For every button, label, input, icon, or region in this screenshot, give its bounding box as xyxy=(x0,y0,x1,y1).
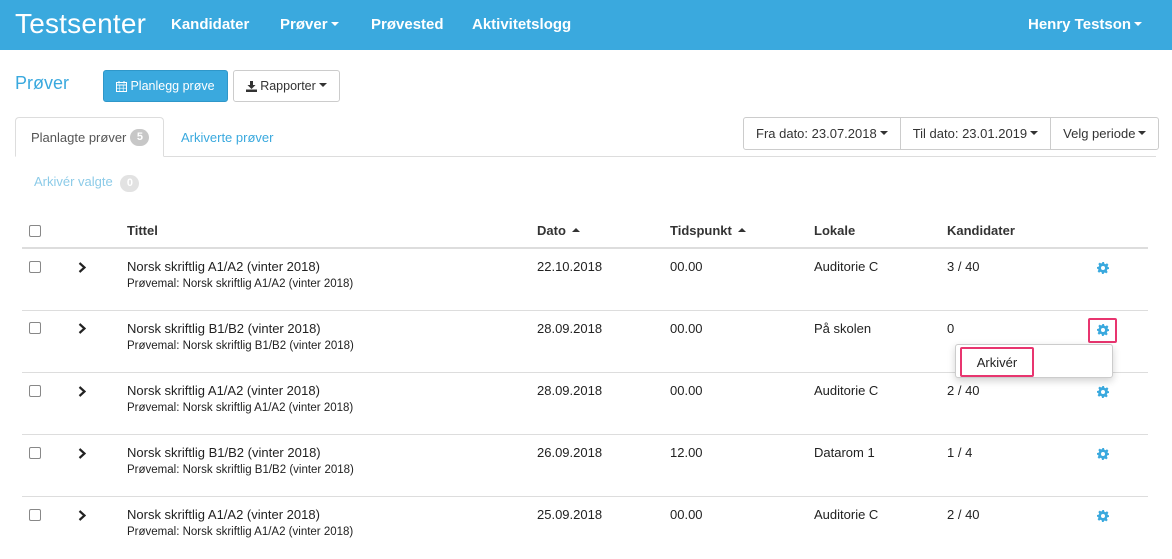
chevron-right-icon[interactable] xyxy=(78,510,86,521)
planned-count-badge: 5 xyxy=(130,128,150,146)
nav-prover[interactable]: Prøver xyxy=(280,16,339,33)
brand-logo[interactable]: Testsenter xyxy=(15,8,146,40)
chevron-down-icon xyxy=(1030,130,1039,135)
to-date-label: Til dato: 23.01.2019 xyxy=(912,126,1028,141)
to-date-dropdown[interactable]: Til dato: 23.01.2019 xyxy=(901,118,1052,149)
row-time: 00.00 xyxy=(670,507,703,522)
row-title: Norsk skriftlig B1/B2 (vinter 2018) xyxy=(127,445,321,460)
col-header-room: Lokale xyxy=(814,223,856,238)
gear-icon[interactable] xyxy=(1097,324,1109,336)
gear-icon[interactable] xyxy=(1097,510,1109,522)
row-candidates: 2 / 40 xyxy=(947,507,980,522)
chevron-down-icon xyxy=(330,22,339,27)
row-time: 00.00 xyxy=(670,321,703,336)
row-checkbox[interactable] xyxy=(29,509,41,521)
calendar-icon xyxy=(116,80,128,92)
selected-count-badge: 0 xyxy=(120,175,140,192)
tab-planned-label: Planlagte prøver xyxy=(31,129,127,145)
chevron-down-icon xyxy=(879,130,888,135)
row-template: Prøvemal: Norsk skriftlig A1/A2 (vinter … xyxy=(127,278,354,290)
gear-icon[interactable] xyxy=(1097,262,1109,274)
archive-menu-item[interactable]: Arkivér xyxy=(960,347,1034,377)
row-title: Norsk skriftlig A1/A2 (vinter 2018) xyxy=(127,507,320,522)
nav-prover-label: Prøver xyxy=(280,16,328,33)
col-header-date-label: Dato xyxy=(537,223,566,238)
row-title: Norsk skriftlig A1/A2 (vinter 2018) xyxy=(127,383,320,398)
date-filter-group: Fra dato: 23.07.2018 Til dato: 23.01.201… xyxy=(743,117,1160,150)
tab-archived-tests[interactable]: Arkiverte prøver xyxy=(181,130,273,145)
row-checkbox[interactable] xyxy=(29,322,41,334)
row-template: Prøvemal: Norsk skriftlig A1/A2 (vinter … xyxy=(127,526,354,538)
user-name: Henry Testson xyxy=(1028,16,1132,33)
row-time: 00.00 xyxy=(670,259,703,274)
row-candidates: 1 / 4 xyxy=(947,445,973,460)
plan-test-button[interactable]: Planlegg prøve xyxy=(103,70,228,102)
row-date: 28.09.2018 xyxy=(537,383,603,398)
row-divider xyxy=(22,434,1148,435)
row-checkbox[interactable] xyxy=(29,385,41,397)
archive-selected-button[interactable]: Arkivér valgte 0 xyxy=(34,174,140,192)
col-header-date[interactable]: Dato xyxy=(537,223,580,238)
tab-planned-tests[interactable]: Planlagte prøver 5 xyxy=(15,117,164,157)
sort-asc-icon xyxy=(737,227,746,232)
select-all-checkbox[interactable] xyxy=(29,225,41,237)
col-header-time-label: Tidspunkt xyxy=(670,223,732,238)
tabs-divider xyxy=(15,156,1156,157)
gear-icon[interactable] xyxy=(1097,448,1109,460)
row-title: Norsk skriftlig B1/B2 (vinter 2018) xyxy=(127,321,321,336)
row-time: 12.00 xyxy=(670,445,703,460)
row-checkbox[interactable] xyxy=(29,261,41,273)
row-checkbox[interactable] xyxy=(29,447,41,459)
period-dropdown[interactable]: Velg periode xyxy=(1051,118,1158,149)
row-candidates: 3 / 40 xyxy=(947,259,980,274)
nav-provested[interactable]: Prøvested xyxy=(371,16,444,33)
row-candidates: 2 / 40 xyxy=(947,383,980,398)
row-divider xyxy=(22,310,1148,311)
chevron-right-icon[interactable] xyxy=(78,386,86,397)
nav-aktivitetslogg[interactable]: Aktivitetslogg xyxy=(472,16,571,33)
period-label: Velg periode xyxy=(1063,126,1136,141)
gear-icon[interactable] xyxy=(1097,386,1109,398)
plan-test-label: Planlegg prøve xyxy=(130,79,215,93)
col-header-title: Tittel xyxy=(127,223,158,238)
chevron-right-icon[interactable] xyxy=(78,448,86,459)
row-divider xyxy=(22,496,1148,497)
row-room: Auditorie C xyxy=(814,507,879,522)
user-menu[interactable]: Henry Testson xyxy=(1028,16,1143,33)
reports-button[interactable]: Rapporter xyxy=(233,70,340,102)
archive-selected-label: Arkivér valgte xyxy=(34,174,113,189)
chevron-down-icon xyxy=(1138,130,1147,135)
download-icon xyxy=(246,80,258,92)
sort-asc-icon xyxy=(571,227,580,232)
chevron-down-icon xyxy=(1134,22,1143,27)
row-date: 28.09.2018 xyxy=(537,321,603,336)
row-room: Datarom 1 xyxy=(814,445,875,460)
row-template: Prøvemal: Norsk skriftlig B1/B2 (vinter … xyxy=(127,464,354,476)
col-header-time[interactable]: Tidspunkt xyxy=(670,223,746,238)
row-date: 25.09.2018 xyxy=(537,507,603,522)
row-date: 22.10.2018 xyxy=(537,259,603,274)
navbar: Testsenter Kandidater Prøver Prøvested A… xyxy=(0,0,1172,50)
chevron-right-icon[interactable] xyxy=(78,323,86,334)
table-header-divider xyxy=(22,247,1148,249)
row-time: 00.00 xyxy=(670,383,703,398)
row-actions-menu: Arkivér xyxy=(955,344,1113,378)
from-date-dropdown[interactable]: Fra dato: 23.07.2018 xyxy=(744,118,901,149)
chevron-down-icon xyxy=(318,83,327,87)
row-room: Auditorie C xyxy=(814,383,879,398)
col-header-candidates: Kandidater xyxy=(947,223,1015,238)
page-title: Prøver xyxy=(15,73,69,93)
row-candidates: 0 xyxy=(947,321,955,336)
row-template: Prøvemal: Norsk skriftlig A1/A2 (vinter … xyxy=(127,402,354,414)
nav-kandidater[interactable]: Kandidater xyxy=(171,16,249,33)
from-date-label: Fra dato: 23.07.2018 xyxy=(756,126,877,141)
reports-label: Rapporter xyxy=(260,79,316,93)
row-room: Auditorie C xyxy=(814,259,879,274)
row-template: Prøvemal: Norsk skriftlig B1/B2 (vinter … xyxy=(127,340,354,352)
row-title: Norsk skriftlig A1/A2 (vinter 2018) xyxy=(127,259,320,274)
row-date: 26.09.2018 xyxy=(537,445,603,460)
row-room: På skolen xyxy=(814,321,872,336)
chevron-right-icon[interactable] xyxy=(78,262,86,273)
